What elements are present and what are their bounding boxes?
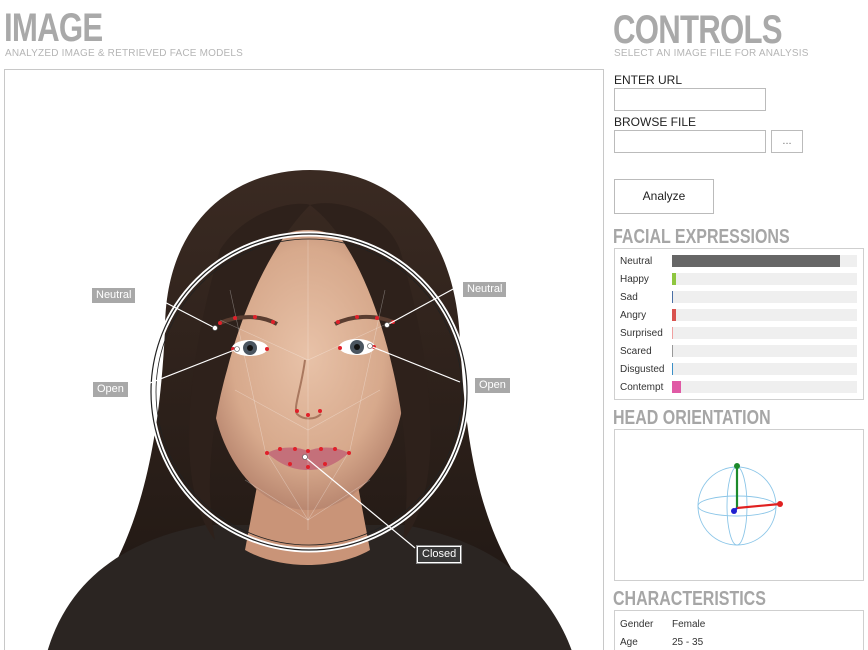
head-orientation-title: HEAD ORIENTATION — [613, 407, 771, 429]
right-eye-label: Open — [475, 378, 510, 393]
expression-bar-track — [672, 363, 857, 375]
expression-label: Contempt — [620, 381, 664, 393]
expression-bar-track — [672, 327, 857, 339]
expression-bar-track — [672, 291, 857, 303]
facial-expressions-panel: Neutral Happy Sad Angry Surprised Scared Disgu… — [614, 248, 864, 400]
expression-bar-track — [672, 381, 857, 393]
analyzed-image-frame: Neutral Neutral Open Open Closed — [4, 69, 604, 650]
expression-bar-track — [672, 309, 857, 321]
expression-bar-fill — [672, 309, 676, 321]
analyzed-face-image — [47, 170, 572, 650]
expression-label: Happy — [620, 273, 649, 285]
facial-expressions-title: FACIAL EXPRESSIONS — [613, 226, 790, 248]
image-section-title: IMAGE — [4, 6, 103, 50]
expression-bar-track — [672, 255, 857, 267]
characteristic-row-gender: Gender Female — [615, 615, 863, 633]
expression-bar-fill — [672, 327, 673, 339]
expression-bar-fill — [672, 345, 673, 357]
head-orientation-panel — [614, 429, 864, 581]
characteristics-panel: Gender Female Age 25 - 35 — [614, 610, 864, 650]
expression-row-scared: Scared — [615, 342, 863, 360]
expression-bar-track — [672, 345, 857, 357]
expression-row-sad: Sad — [615, 288, 863, 306]
expression-label: Angry — [620, 309, 647, 321]
left-brow-label: Neutral — [92, 288, 136, 303]
expression-row-angry: Angry — [615, 306, 863, 324]
expression-bar-fill — [672, 363, 673, 375]
expression-row-contempt: Contempt — [615, 378, 863, 396]
url-label: ENTER URL — [614, 73, 683, 87]
characteristic-value: Female — [672, 618, 706, 630]
characteristic-key: Age — [620, 636, 638, 648]
browse-file-input[interactable] — [614, 130, 766, 153]
controls-section-subtitle: SELECT AN IMAGE FILE FOR ANALYSIS — [614, 48, 809, 59]
expression-bar-fill — [672, 273, 676, 285]
url-input[interactable] — [614, 88, 766, 111]
expression-label: Scared — [620, 345, 652, 357]
expression-bar-fill — [672, 381, 681, 393]
expression-row-surprised: Surprised — [615, 324, 863, 342]
expression-bar-fill — [672, 255, 840, 267]
expression-row-disgusted: Disgusted — [615, 360, 863, 378]
characteristic-key: Gender — [620, 618, 654, 630]
head-orientation-gizmo — [697, 463, 783, 546]
analyze-button[interactable]: Analyze — [614, 179, 714, 214]
controls-section-title: CONTROLS — [613, 8, 783, 52]
expression-label: Neutral — [620, 255, 653, 267]
expression-label: Disgusted — [620, 363, 665, 375]
image-section-subtitle: ANALYZED IMAGE & RETRIEVED FACE MODELS — [5, 48, 244, 59]
browse-file-label: BROWSE FILE — [614, 115, 697, 129]
left-eye-label: Open — [93, 382, 128, 397]
expression-label: Surprised — [620, 327, 663, 339]
expression-row-neutral: Neutral — [615, 252, 863, 270]
expression-bar-fill — [672, 291, 673, 303]
expression-row-happy: Happy — [615, 270, 863, 288]
characteristic-row-age: Age 25 - 35 — [615, 633, 863, 650]
right-brow-label: Neutral — [463, 282, 507, 297]
mouth-label: Closed — [415, 545, 463, 564]
browse-file-button[interactable]: ... — [771, 130, 803, 153]
characteristic-value: 25 - 35 — [672, 636, 704, 648]
expression-bar-track — [672, 273, 857, 285]
characteristics-title: CHARACTERISTICS — [613, 588, 766, 610]
expression-label: Sad — [620, 291, 638, 303]
